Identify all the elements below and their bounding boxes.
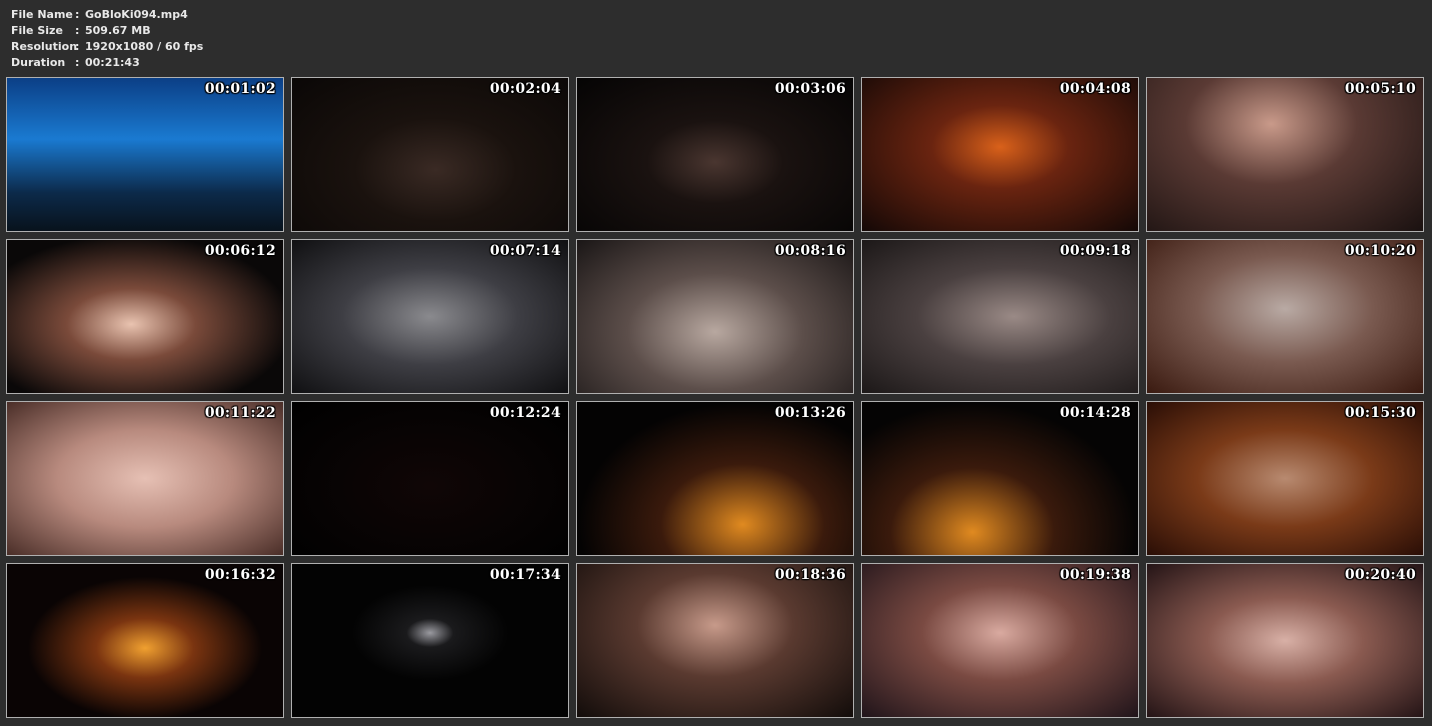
resolution-row: Resolution : 1920x1080 / 60 fps — [11, 39, 203, 55]
timestamp-label: 00:03:06 — [774, 81, 846, 97]
timestamp-label: 00:02:04 — [489, 81, 561, 97]
timestamp-label: 00:06:12 — [204, 243, 276, 259]
thumbnail-frame[interactable]: 00:16:32 — [6, 563, 284, 718]
timestamp-label: 00:18:36 — [774, 567, 846, 583]
thumbnail-image — [862, 402, 1138, 555]
thumbnail-frame[interactable]: 00:18:36 — [576, 563, 854, 718]
timestamp-label: 00:05:10 — [1344, 81, 1416, 97]
file-size-value: 509.67 MB — [85, 24, 151, 37]
thumbnail-image — [577, 240, 853, 393]
file-name-label: File Name — [11, 8, 73, 21]
duration-row: Duration : 00:21:43 — [11, 55, 203, 71]
resolution-label: Resolution — [11, 40, 78, 53]
thumbnail-frame[interactable]: 00:10:20 — [1146, 239, 1424, 394]
thumbnail-image — [577, 78, 853, 231]
thumbnail-frame[interactable]: 00:06:12 — [6, 239, 284, 394]
thumbnail-image — [7, 402, 283, 555]
file-name-separator: : — [75, 8, 80, 21]
thumbnail-frame[interactable]: 00:14:28 — [861, 401, 1139, 556]
thumbnail-frame[interactable]: 00:05:10 — [1146, 77, 1424, 232]
timestamp-label: 00:16:32 — [204, 567, 276, 583]
file-size-label: File Size — [11, 24, 63, 37]
thumbnail-image — [292, 240, 568, 393]
thumbnail-frame[interactable]: 00:12:24 — [291, 401, 569, 556]
thumbnail-frame[interactable]: 00:20:40 — [1146, 563, 1424, 718]
thumbnail-frame[interactable]: 00:13:26 — [576, 401, 854, 556]
thumbnail-frame[interactable]: 00:08:16 — [576, 239, 854, 394]
timestamp-label: 00:15:30 — [1344, 405, 1416, 421]
duration-label: Duration — [11, 56, 66, 69]
thumbnail-image — [7, 564, 283, 717]
thumbnail-image — [1147, 402, 1423, 555]
thumbnail-image — [862, 78, 1138, 231]
file-size-separator: : — [75, 24, 80, 37]
file-info-header: File Name : GoBloKi094.mp4 File Size : 5… — [11, 7, 203, 71]
thumbnail-image — [292, 78, 568, 231]
timestamp-label: 00:04:08 — [1059, 81, 1131, 97]
timestamp-label: 00:14:28 — [1059, 405, 1131, 421]
timestamp-label: 00:01:02 — [204, 81, 276, 97]
file-size-row: File Size : 509.67 MB — [11, 23, 203, 39]
resolution-value: 1920x1080 / 60 fps — [85, 40, 204, 53]
thumbnail-frame[interactable]: 00:19:38 — [861, 563, 1139, 718]
file-name-value: GoBloKi094.mp4 — [85, 8, 188, 21]
duration-value: 00:21:43 — [85, 56, 140, 69]
resolution-separator: : — [75, 40, 80, 53]
timestamp-label: 00:10:20 — [1344, 243, 1416, 259]
thumbnail-frame[interactable]: 00:07:14 — [291, 239, 569, 394]
duration-separator: : — [75, 56, 80, 69]
thumbnail-image — [862, 240, 1138, 393]
timestamp-label: 00:17:34 — [489, 567, 561, 583]
timestamp-label: 00:12:24 — [489, 405, 561, 421]
timestamp-label: 00:11:22 — [204, 405, 276, 421]
file-name-row: File Name : GoBloKi094.mp4 — [11, 7, 203, 23]
timestamp-label: 00:07:14 — [489, 243, 561, 259]
timestamp-label: 00:20:40 — [1344, 567, 1416, 583]
thumbnail-frame[interactable]: 00:15:30 — [1146, 401, 1424, 556]
thumbnail-frame[interactable]: 00:04:08 — [861, 77, 1139, 232]
thumbnail-image — [7, 240, 283, 393]
thumbnail-image — [862, 564, 1138, 717]
thumbnail-frame[interactable]: 00:01:02 — [6, 77, 284, 232]
timestamp-label: 00:09:18 — [1059, 243, 1131, 259]
thumbnail-image — [577, 564, 853, 717]
thumbnail-image — [577, 402, 853, 555]
thumbnail-image — [1147, 564, 1423, 717]
thumbnail-frame[interactable]: 00:02:04 — [291, 77, 569, 232]
thumbnail-image — [292, 402, 568, 555]
thumbnail-image — [1147, 240, 1423, 393]
timestamp-label: 00:13:26 — [774, 405, 846, 421]
thumbnail-image — [7, 78, 283, 231]
thumbnail-image — [292, 564, 568, 717]
thumbnail-frame[interactable]: 00:09:18 — [861, 239, 1139, 394]
timestamp-label: 00:19:38 — [1059, 567, 1131, 583]
thumbnail-image — [1147, 78, 1423, 231]
thumbnail-frame[interactable]: 00:17:34 — [291, 563, 569, 718]
thumbnail-grid: 00:01:02 00:02:04 00:03:06 00:04:08 00:05:10… — [6, 77, 1426, 719]
timestamp-label: 00:08:16 — [774, 243, 846, 259]
thumbnail-frame[interactable]: 00:03:06 — [576, 77, 854, 232]
thumbnail-frame[interactable]: 00:11:22 — [6, 401, 284, 556]
